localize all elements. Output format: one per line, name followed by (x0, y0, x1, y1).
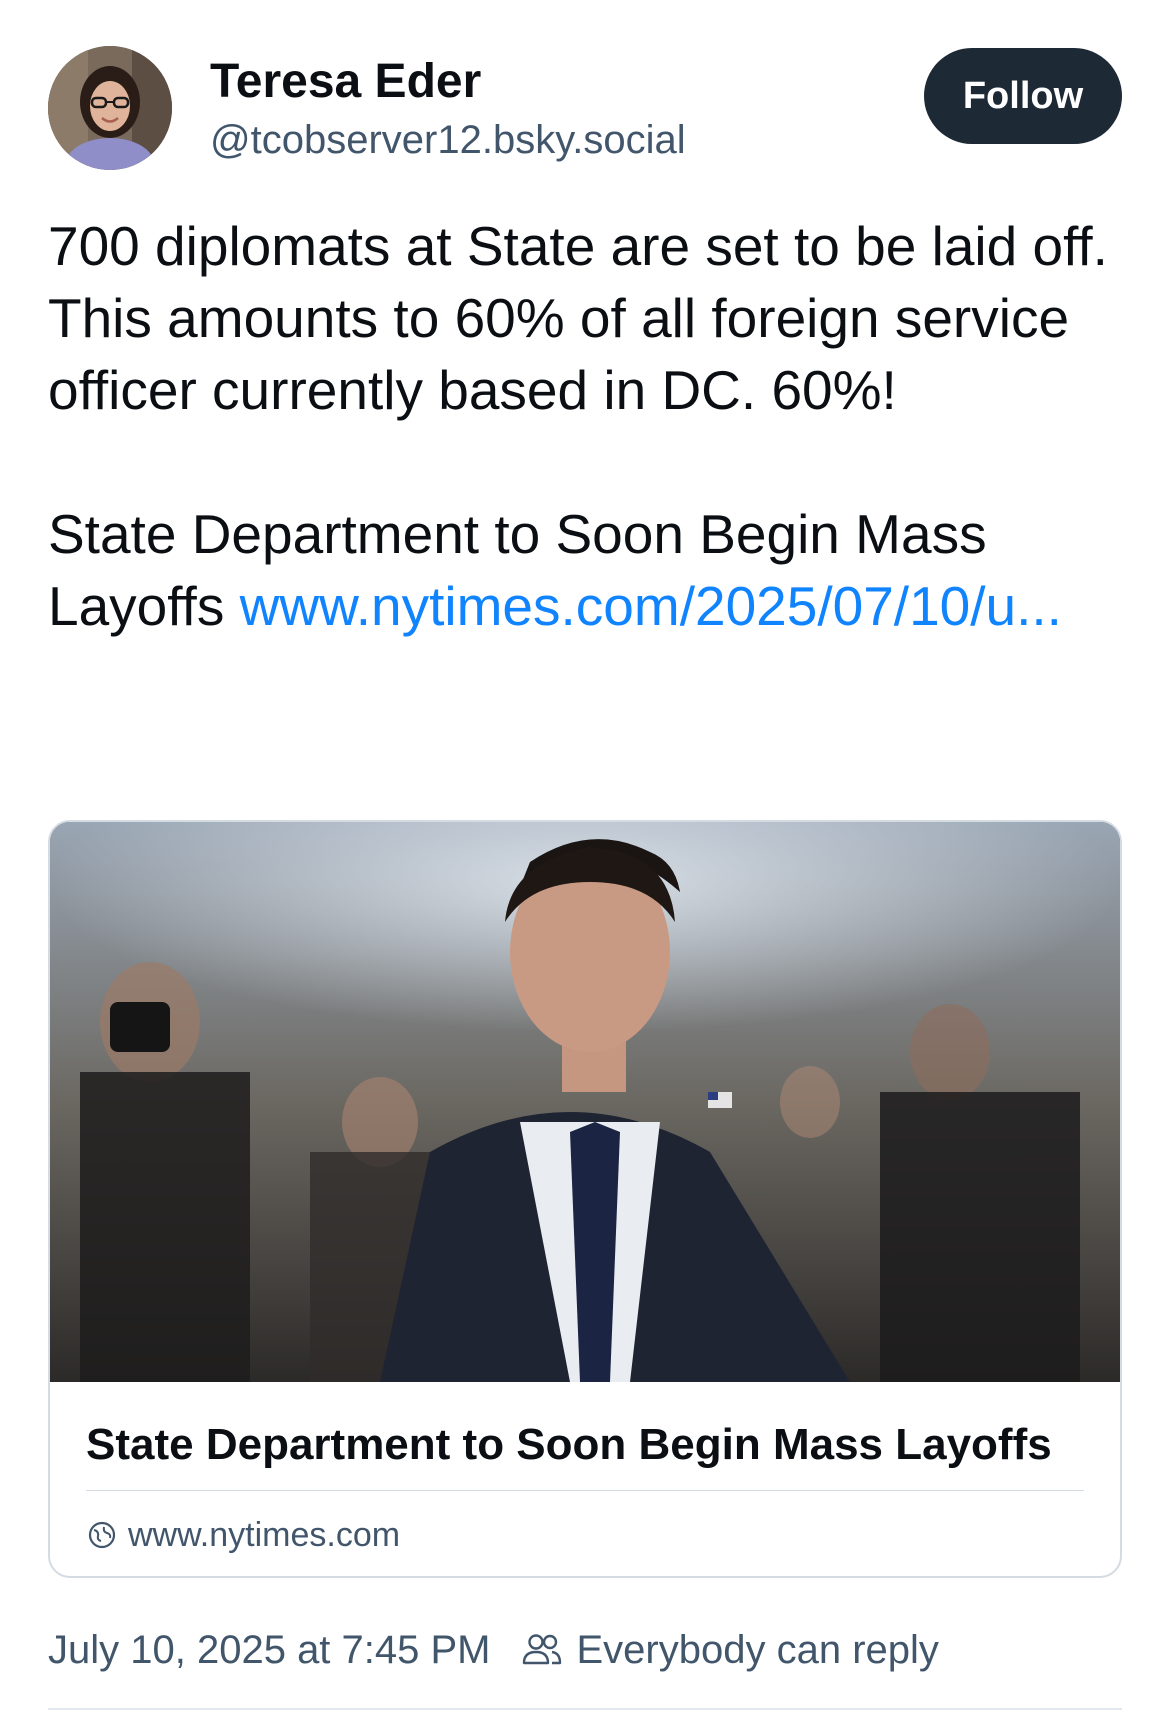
card-title: State Department to Soon Begin Mass Layo… (86, 1420, 1052, 1469)
post-timestamp: July 10, 2025 at 7:45 PM (48, 1627, 491, 1672)
author-display-name[interactable]: Teresa Eder (210, 54, 481, 109)
author-handle[interactable]: @tcobserver12.bsky.social (210, 118, 686, 163)
post-link[interactable]: www.nytimes.com/2025/07/10/u... (240, 575, 1062, 637)
news-photo (50, 822, 1120, 1382)
post-paragraph: 700 diplomats at State are set to be lai… (48, 215, 1108, 421)
people-icon (519, 1627, 565, 1673)
globe-icon (86, 1519, 118, 1551)
link-preview-card[interactable]: State Department to Soon Begin Mass Layo… (48, 820, 1122, 1578)
avatar-photo (48, 46, 172, 170)
reply-setting[interactable]: Everybody can reply (577, 1628, 939, 1673)
card-divider (86, 1490, 1084, 1491)
card-domain: www.nytimes.com (86, 1510, 400, 1560)
avatar[interactable] (48, 46, 172, 170)
post-paragraph: State Department to Soon Begin Mass Layo… (48, 498, 1128, 642)
post-body: 700 diplomats at State are set to be lai… (48, 210, 1128, 642)
bottom-divider (48, 1708, 1122, 1710)
card-image (50, 822, 1120, 1382)
card-domain-text: www.nytimes.com (128, 1515, 401, 1554)
follow-button[interactable]: Follow (924, 48, 1122, 144)
post-meta: July 10, 2025 at 7:45 PM Everybody can r… (48, 1620, 939, 1680)
